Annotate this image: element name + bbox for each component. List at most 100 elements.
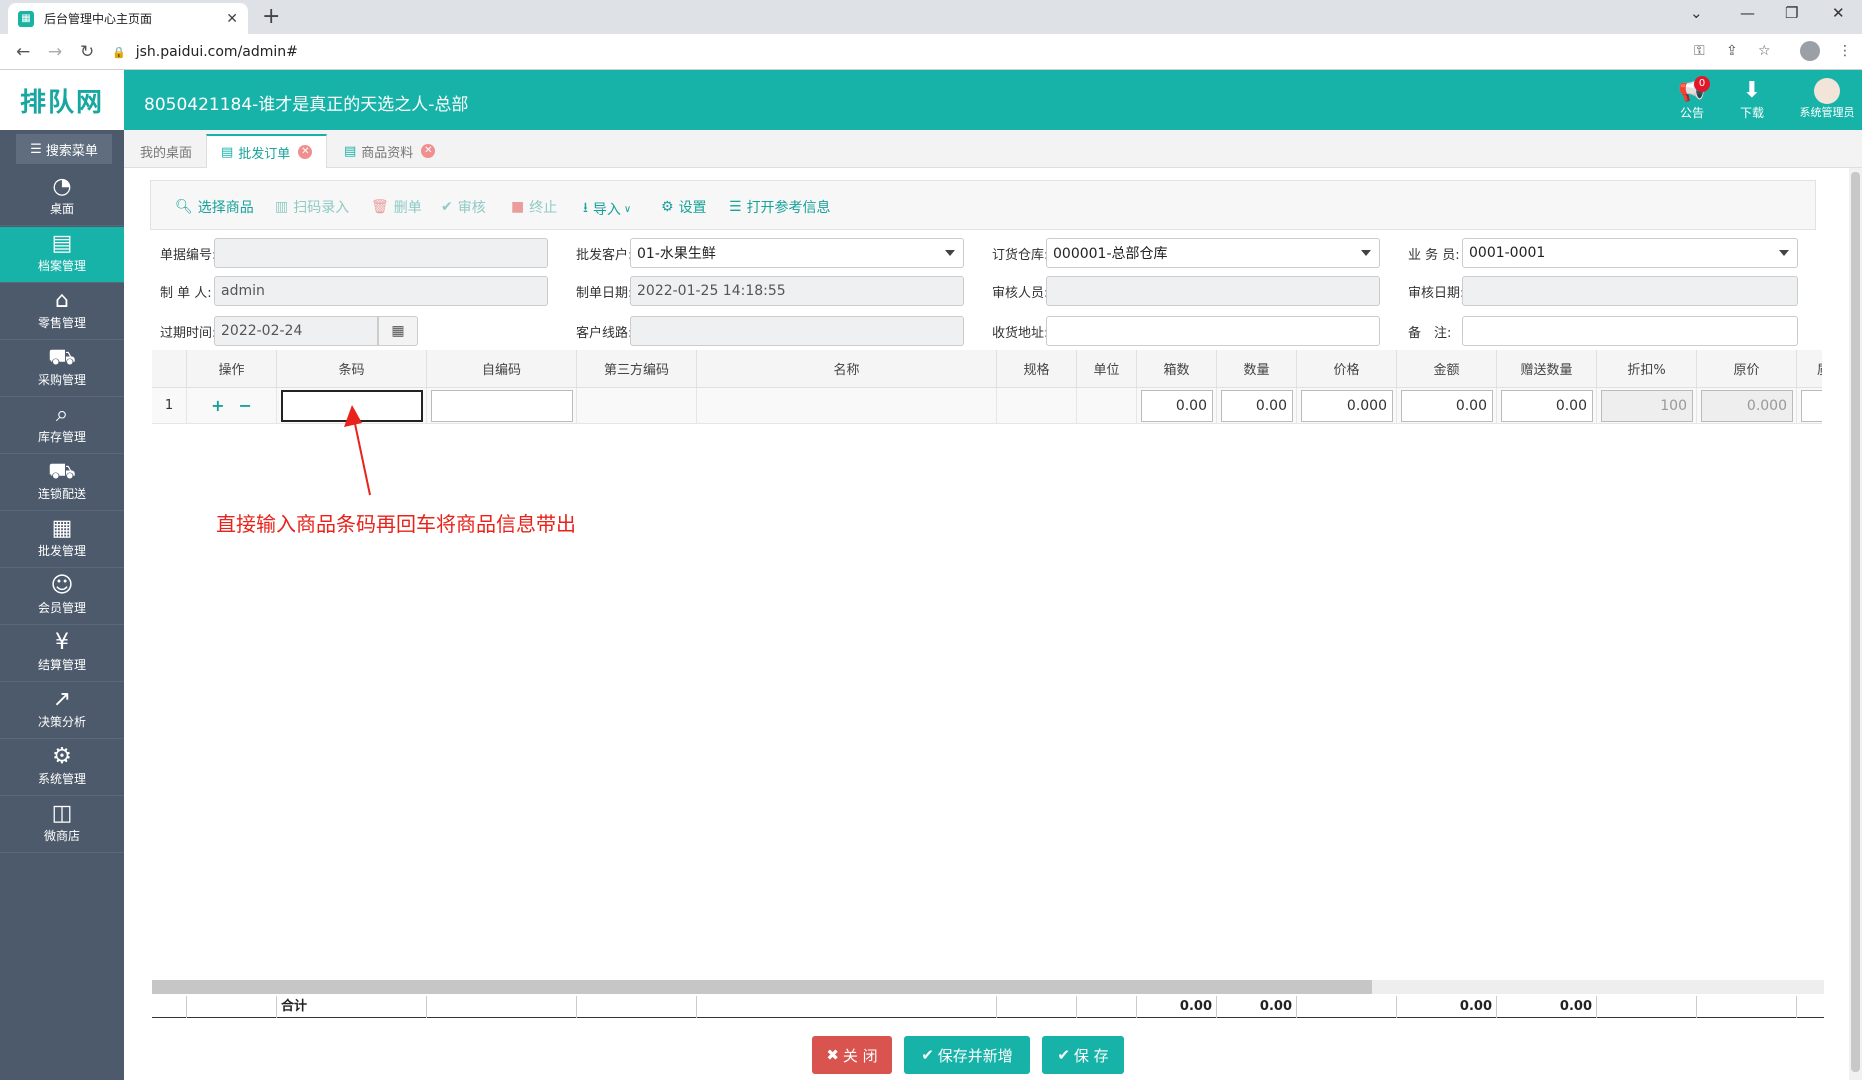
terminate-label: 终止	[529, 200, 558, 216]
terminate-button[interactable]: ■ 终止	[511, 197, 557, 217]
search-icon: 🔍︎	[175, 199, 193, 215]
route-field	[630, 316, 964, 346]
wholesale-icon: ▦	[51, 516, 73, 541]
col-header: 数量	[1217, 350, 1297, 388]
delete-button[interactable]: 🗑︎ 删单	[371, 197, 422, 217]
close-tab-icon[interactable]: ✕	[226, 11, 238, 27]
gift-qty-input[interactable]: 0.00	[1501, 390, 1593, 422]
profile-icon[interactable]	[1800, 41, 1820, 61]
close-window-icon[interactable]: ✕	[1832, 4, 1845, 22]
menu-icon[interactable]: ⋮	[1838, 43, 1852, 59]
sidebar-item-member[interactable]: ☺ 会员管理	[0, 569, 124, 625]
chevron-down-icon: ∨	[623, 203, 632, 215]
user-avatar-icon	[1814, 78, 1840, 104]
scan-entry-button[interactable]: ▥ 扫码录入	[275, 197, 349, 217]
salesman-value: 0001-0001	[1469, 245, 1546, 261]
import-button[interactable]: ⭳ 导入 ∨	[583, 197, 631, 221]
delivery-icon: ⛟	[48, 459, 76, 484]
horizontal-scrollbar[interactable]	[152, 980, 1824, 994]
sidebar-item-analysis[interactable]: ↗ 决策分析	[0, 683, 124, 739]
url-field[interactable]: 🔒 jsh.paidui.com/admin#	[112, 39, 1692, 65]
sidebar-item-wholesale[interactable]: ▦ 批发管理	[0, 512, 124, 568]
remove-row-icon[interactable]: −	[239, 396, 252, 415]
back-icon[interactable]: ←	[16, 42, 30, 62]
col-header: 第三方编码	[577, 350, 697, 388]
tab-my-desktop[interactable]: 我的桌面	[126, 134, 206, 168]
new-tab-icon[interactable]: +	[262, 4, 280, 29]
select-goods-button[interactable]: 🔍︎ 选择商品	[175, 197, 254, 217]
sum-amount: 0.00	[1397, 996, 1497, 1018]
sidebar-item-delivery[interactable]: ⛟ 连锁配送	[0, 455, 124, 511]
sidebar-item-label: 连锁配送	[37, 487, 86, 501]
sidebar-item-label: 采购管理	[37, 373, 86, 387]
sidebar-item-settlement[interactable]: ¥ 结算管理	[0, 626, 124, 682]
sidebar-item-inventory[interactable]: ⌕ 库存管理	[0, 398, 124, 454]
name-cell	[697, 388, 997, 424]
close-button[interactable]: ✖ 关 闭	[812, 1036, 892, 1074]
sum-cell	[427, 996, 577, 1018]
sidebar-item-shop[interactable]: ◫ 微商店	[0, 797, 124, 853]
calendar-icon[interactable]: ▦	[378, 316, 418, 346]
make-date-field: 2022-01-25 14:18:55	[630, 276, 964, 306]
sidebar-item-label: 微商店	[43, 829, 80, 843]
restore-icon[interactable]: ❐	[1785, 4, 1798, 22]
amount-input[interactable]: 0.00	[1401, 390, 1493, 422]
close-tab-icon[interactable]: ✕	[298, 145, 313, 159]
trash-icon: 🗑︎	[371, 199, 389, 215]
boxes-input[interactable]: 0.00	[1141, 390, 1213, 422]
notice-button[interactable]: 📢 0 公告	[1662, 76, 1722, 121]
close-tab-icon[interactable]: ✕	[421, 144, 436, 158]
check-icon: ✔	[921, 1046, 934, 1064]
key-icon[interactable]: ⚿	[1694, 43, 1705, 59]
save-and-new-button[interactable]: ✔ 保存并新增	[904, 1036, 1030, 1074]
sidebar-item-desktop[interactable]: ◔ 桌面	[0, 170, 124, 226]
sum-label: 合计	[277, 996, 427, 1018]
unit-cell	[1077, 388, 1137, 424]
doc-no-field[interactable]	[214, 238, 548, 268]
forward-icon[interactable]: →	[48, 42, 62, 62]
browser-tabstrip: ▦ 后台管理中心主页面 ✕ + ⌄ — ❐ ✕	[0, 0, 1862, 34]
extra-input[interactable]	[1801, 390, 1822, 422]
browser-tab[interactable]: ▦ 后台管理中心主页面 ✕	[8, 3, 248, 34]
selfcode-input[interactable]	[431, 390, 573, 422]
tab-goods-info[interactable]: ▤ 商品资料 ✕	[330, 134, 449, 168]
shop-icon: ◫	[51, 801, 73, 826]
sidebar-item-system[interactable]: ⚙ 系统管理	[0, 740, 124, 796]
scrollbar-thumb[interactable]	[1851, 172, 1860, 1072]
address-input[interactable]	[1046, 316, 1380, 346]
settings-button[interactable]: ⚙ 设置	[661, 197, 707, 217]
select-goods-label: 选择商品	[197, 200, 254, 216]
share-icon[interactable]: ⇪	[1726, 43, 1738, 59]
route-label: 客户线路:	[576, 326, 633, 341]
sidebar-item-purchase[interactable]: ⛟ 采购管理	[0, 341, 124, 397]
add-row-icon[interactable]: +	[211, 396, 224, 415]
search-menu-button[interactable]: ☰ 搜索菜单	[16, 134, 112, 164]
make-date-label: 制单日期:	[576, 286, 633, 301]
vertical-scrollbar[interactable]	[1849, 168, 1862, 1080]
audit-button[interactable]: ✔ 审核	[441, 197, 486, 217]
warehouse-select[interactable]: 000001-总部仓库	[1046, 238, 1380, 268]
save-label: 保 存	[1073, 1046, 1109, 1065]
app-header: 排队网 8050421184-谁才是真正的天选之人-总部 📢 0 公告 ⬇ 下载…	[0, 70, 1862, 130]
save-button[interactable]: ✔ 保 存	[1042, 1036, 1124, 1074]
sidebar-item-retail[interactable]: ⌂ 零售管理	[0, 284, 124, 340]
user-menu[interactable]: 系统管理员	[1792, 78, 1862, 120]
row-ops: + −	[187, 388, 277, 424]
expire-date-field[interactable]: 2022-02-24	[214, 316, 378, 346]
col-header: 质	[1797, 350, 1822, 388]
download-button[interactable]: ⬇ 下载	[1722, 78, 1782, 121]
main-content: 🔍︎ 选择商品 ▥ 扫码录入 🗑︎ 删单 ✔ 审核 ■ 终止 ⭳ 导入 ∨ ⚙ 设置 ☰ 打开参考…	[124, 168, 1847, 1080]
star-icon[interactable]: ☆	[1758, 43, 1771, 59]
tab-search-icon[interactable]: ⌄	[1690, 4, 1703, 22]
remark-input[interactable]	[1462, 316, 1798, 346]
salesman-select[interactable]: 0001-0001	[1462, 238, 1798, 268]
qty-input[interactable]: 0.00	[1221, 390, 1293, 422]
tab-wholesale-order[interactable]: ▤ 批发订单 ✕	[206, 134, 328, 168]
open-reference-button[interactable]: ☰ 打开参考信息	[729, 197, 831, 217]
reload-icon[interactable]: ↻	[80, 42, 94, 62]
minimize-icon[interactable]: —	[1740, 4, 1755, 22]
customer-select[interactable]: 01-水果生鲜	[630, 238, 964, 268]
scrollbar-thumb[interactable]	[152, 980, 1372, 994]
sidebar-item-archive[interactable]: ▤ 档案管理	[0, 227, 124, 283]
price-input[interactable]: 0.000	[1301, 390, 1393, 422]
